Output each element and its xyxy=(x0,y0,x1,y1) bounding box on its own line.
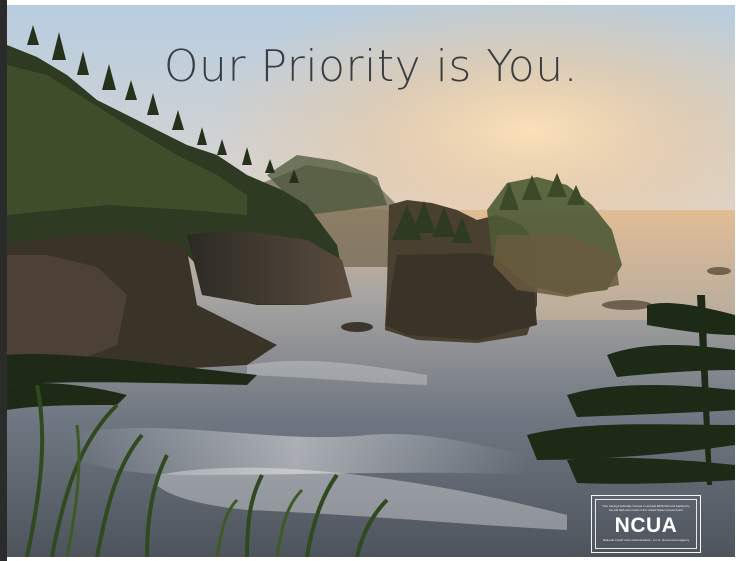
left-edge-strip xyxy=(0,0,7,561)
promo-banner: Our Priority is You. Your savings federa… xyxy=(0,0,740,561)
ncua-fine-print-top: Your savings federally insured to at lea… xyxy=(602,504,690,512)
ncua-badge-inner-border: Your savings federally insured to at lea… xyxy=(595,499,697,549)
ncua-badge: Your savings federally insured to at lea… xyxy=(591,495,701,553)
coastal-sunset-photo: Our Priority is You. Your savings federa… xyxy=(7,5,735,557)
ncua-logo: NCUA xyxy=(614,514,678,537)
ncua-fine-print-bottom: National Credit Union Administration, a … xyxy=(602,538,690,542)
headline: Our Priority is You. xyxy=(163,41,579,92)
